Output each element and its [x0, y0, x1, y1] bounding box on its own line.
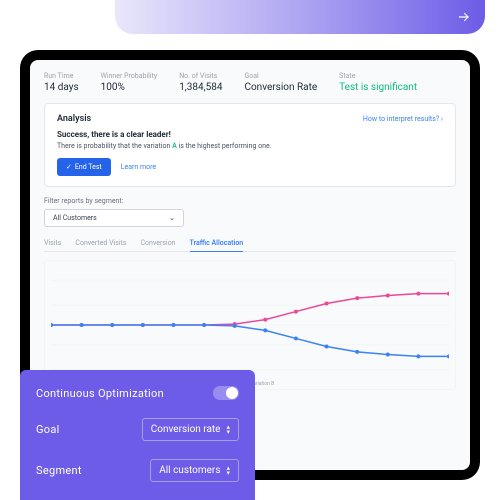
metric-state: State Test is significant — [339, 72, 417, 93]
top-banner — [115, 0, 485, 34]
analysis-title: Analysis — [57, 114, 91, 124]
analysis-card: Analysis How to interpret results? › Suc… — [44, 103, 456, 187]
metric-winner: Winner Probability 100% — [101, 72, 158, 93]
metric-label: Goal — [244, 72, 317, 80]
metric-value: 1,384,584 — [179, 82, 222, 93]
metric-value: Test is significant — [339, 82, 417, 93]
chevron-down-icon: ⌄ — [169, 214, 175, 222]
metrics-row: Run Time 14 days Winner Probability 100%… — [44, 72, 456, 93]
check-icon: ✓ — [66, 163, 72, 171]
segment-label: Segment — [36, 464, 82, 477]
interpret-link[interactable]: How to interpret results? › — [363, 115, 443, 123]
tab-visits[interactable]: Visits — [44, 239, 61, 247]
end-test-button[interactable]: ✓ End Test — [57, 158, 111, 176]
toggle-knob — [226, 387, 238, 399]
segment-value: All Customers — [53, 214, 97, 222]
metric-label: No. of Visits — [179, 72, 222, 80]
metric-value: 100% — [101, 82, 158, 93]
metric-value: Conversion Rate — [244, 82, 317, 93]
chart-svg — [51, 267, 449, 383]
variation-badge: A — [172, 142, 177, 150]
filter-label: Filter reports by segment: — [44, 197, 456, 205]
chevron-right-icon: › — [441, 115, 443, 123]
metric-label: State — [339, 72, 417, 80]
end-test-label: End Test — [75, 163, 102, 171]
metric-runtime: Run Time 14 days — [44, 72, 79, 93]
goal-stepper[interactable]: Conversion rate ▴▾ — [142, 418, 239, 441]
desc-text: There is probability that the variation — [57, 142, 172, 150]
segment-stepper[interactable]: All customers ▴▾ — [150, 459, 239, 482]
stepper-icon: ▴▾ — [226, 466, 230, 476]
overlay-title: Continuous Optimization — [36, 387, 164, 400]
segment-value: All customers — [159, 465, 220, 476]
desc-text: is the highest performing one. — [179, 142, 272, 150]
optimization-toggle[interactable] — [213, 386, 239, 400]
segment-select[interactable]: All Customers ⌄ — [44, 209, 184, 227]
arrow-right-icon[interactable] — [455, 8, 473, 26]
learn-more-link[interactable]: Learn more — [121, 163, 156, 171]
chart-tabs: Visits Converted Visits Conversion Traff… — [44, 239, 456, 252]
metric-goal: Goal Conversion Rate — [244, 72, 317, 93]
stepper-icon: ▴▾ — [226, 425, 230, 435]
tab-converted[interactable]: Converted Visits — [75, 239, 126, 247]
success-heading: Success, there is a clear leader! — [57, 130, 443, 139]
tab-conversion[interactable]: Conversion — [140, 239, 175, 247]
tab-traffic-allocation[interactable]: Traffic Allocation — [190, 239, 244, 247]
goal-value: Conversion rate — [151, 424, 221, 435]
metric-value: 14 days — [44, 82, 79, 93]
optimization-overlay: Continuous Optimization Goal Conversion … — [20, 370, 255, 500]
metric-visits: No. of Visits 1,384,584 — [179, 72, 222, 93]
interpret-text: How to interpret results? — [363, 115, 439, 123]
metric-label: Run Time — [44, 72, 79, 80]
goal-label: Goal — [36, 423, 60, 436]
metric-label: Winner Probability — [101, 72, 158, 80]
analysis-description: There is probability that the variation … — [57, 142, 443, 150]
